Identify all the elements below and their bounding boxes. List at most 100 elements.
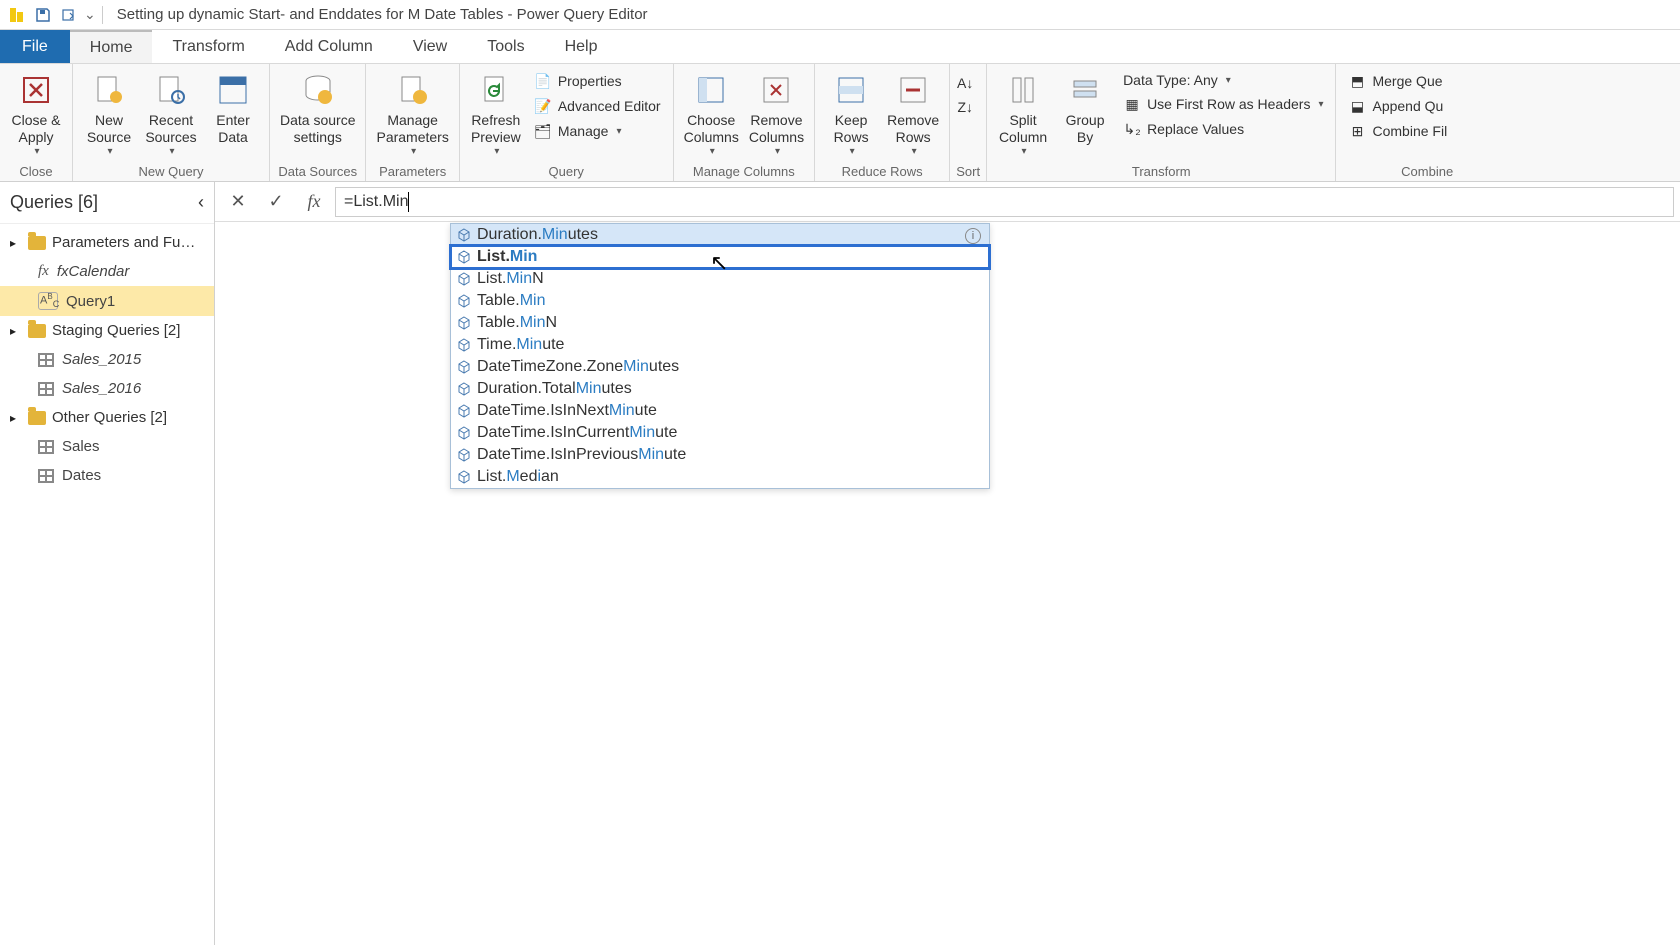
query-sales2016[interactable]: Sales_2016	[0, 374, 214, 403]
query-fxcalendar[interactable]: fxfxCalendar	[0, 257, 214, 286]
menu-help[interactable]: Help	[545, 30, 618, 63]
menu-transform[interactable]: Transform	[152, 30, 264, 63]
folder-icon	[28, 324, 46, 338]
autocomplete-item[interactable]: Duration.TotalMinutes	[451, 378, 989, 400]
fx-button[interactable]: fx	[297, 187, 331, 217]
manage-button[interactable]: 🗂Manage▾	[532, 120, 663, 142]
append-queries-button[interactable]: ⬓Append Qu	[1346, 95, 1449, 117]
advanced-editor-button[interactable]: 📝Advanced Editor	[532, 95, 663, 117]
commit-formula-button[interactable]: ✓	[259, 187, 293, 217]
abc-icon: ABC	[38, 292, 58, 310]
autocomplete-item[interactable]: List.MinN	[451, 268, 989, 290]
sort-asc-button[interactable]: A↓	[956, 74, 974, 92]
remove-columns-icon	[756, 70, 796, 110]
function-icon	[457, 426, 471, 440]
ribbon: Close & Apply ▾ Close New Source▾ Recent…	[0, 64, 1680, 182]
function-icon	[457, 294, 471, 308]
fx-icon: fx	[38, 263, 49, 280]
app-icon	[7, 5, 27, 25]
split-column-button[interactable]: Split Column▾	[993, 68, 1053, 159]
replace-values-button[interactable]: ↳₂Replace Values	[1121, 118, 1325, 140]
function-icon	[457, 448, 471, 462]
merge-queries-button[interactable]: ⬒Merge Que	[1346, 70, 1449, 92]
save-icon[interactable]	[33, 5, 53, 25]
formula-bar: ✕ ✓ fx = List.Min	[215, 182, 1680, 222]
properties-button[interactable]: 📄Properties	[532, 70, 663, 92]
group-staging[interactable]: ▸Staging Queries [2]	[0, 316, 214, 345]
queries-header: Queries [6]	[10, 192, 98, 213]
enter-data-button[interactable]: Enter Data	[203, 68, 263, 148]
append-icon: ⬓	[1348, 97, 1366, 115]
info-icon[interactable]: i	[965, 228, 981, 244]
autocomplete-item[interactable]: DateTime.IsInNextMinute	[451, 400, 989, 422]
merge-icon: ⬒	[1348, 72, 1366, 90]
recent-sources-button[interactable]: Recent Sources▾	[141, 68, 201, 159]
combine-files-icon: ⊞	[1348, 122, 1366, 140]
close-apply-button[interactable]: Close & Apply ▾	[6, 68, 66, 159]
formula-input[interactable]: = List.Min	[335, 187, 1674, 217]
function-icon	[457, 228, 471, 242]
keep-rows-button[interactable]: Keep Rows▾	[821, 68, 881, 159]
new-source-button[interactable]: New Source▾	[79, 68, 139, 159]
new-source-icon	[89, 70, 129, 110]
group-by-button[interactable]: Group By	[1055, 68, 1115, 148]
function-icon	[457, 404, 471, 418]
query-sales2015[interactable]: Sales_2015	[0, 345, 214, 374]
query-sales[interactable]: Sales	[0, 432, 214, 461]
autocomplete-item[interactable]: Time.Minute	[451, 334, 989, 356]
function-icon	[457, 470, 471, 484]
autocomplete-item[interactable]: List.Median	[451, 466, 989, 488]
menu-file[interactable]: File	[0, 30, 70, 63]
cancel-formula-button[interactable]: ✕	[221, 187, 255, 217]
function-icon	[457, 360, 471, 374]
group-by-icon	[1065, 70, 1105, 110]
refresh-preview-button[interactable]: Refresh Preview▾	[466, 68, 526, 159]
data-type-button[interactable]: Data Type: Any▾	[1121, 70, 1325, 90]
manage-icon: 🗂	[534, 122, 552, 140]
menu-add-column[interactable]: Add Column	[265, 30, 393, 63]
autocomplete-item[interactable]: Table.MinN	[451, 312, 989, 334]
qat-dropdown[interactable]: ⌄	[84, 6, 96, 23]
menu-view[interactable]: View	[393, 30, 467, 63]
data-source-settings-button[interactable]: Data source settings	[276, 68, 359, 148]
parameters-icon	[393, 70, 433, 110]
undo-icon[interactable]	[59, 5, 79, 25]
combine-files-button[interactable]: ⊞Combine Fil	[1346, 120, 1449, 142]
menu-bar: File Home Transform Add Column View Tool…	[0, 30, 1680, 64]
first-row-headers-button[interactable]: ▦Use First Row as Headers▾	[1121, 93, 1325, 115]
group-parameters[interactable]: ▸Parameters and Fu…	[0, 228, 214, 257]
remove-rows-button[interactable]: Remove Rows▾	[883, 68, 943, 159]
query-query1[interactable]: ABCQuery1	[0, 286, 214, 316]
menu-tools[interactable]: Tools	[467, 30, 544, 63]
split-column-icon	[1003, 70, 1043, 110]
autocomplete-item[interactable]: Table.Min	[451, 290, 989, 312]
autocomplete-item[interactable]: Duration.Minutesi	[451, 224, 989, 246]
choose-columns-button[interactable]: Choose Columns▾	[680, 68, 743, 159]
sort-desc-button[interactable]: Z↓	[956, 98, 974, 116]
enter-data-icon	[213, 70, 253, 110]
collapse-sidebar-icon[interactable]: ‹	[198, 192, 204, 213]
manage-parameters-button[interactable]: Manage Parameters▾	[372, 68, 452, 159]
query-dates[interactable]: Dates	[0, 461, 214, 490]
window-title: Setting up dynamic Start- and Enddates f…	[117, 6, 648, 23]
remove-columns-button[interactable]: Remove Columns▾	[745, 68, 808, 159]
function-icon	[457, 382, 471, 396]
function-icon	[457, 272, 471, 286]
table-icon	[38, 382, 54, 396]
autocomplete-item[interactable]: DateTimeZone.ZoneMinutes	[451, 356, 989, 378]
autocomplete-item[interactable]: DateTime.IsInPreviousMinute	[451, 444, 989, 466]
data-source-icon	[298, 70, 338, 110]
replace-icon: ↳₂	[1123, 120, 1141, 138]
autocomplete-item[interactable]: List.Min	[451, 246, 989, 268]
queries-sidebar: Queries [6] ‹ ▸Parameters and Fu… fxfxCa…	[0, 182, 215, 945]
folder-icon	[28, 236, 46, 250]
autocomplete-item[interactable]: DateTime.IsInCurrentMinute	[451, 422, 989, 444]
group-other[interactable]: ▸Other Queries [2]	[0, 403, 214, 432]
keep-rows-icon	[831, 70, 871, 110]
menu-home[interactable]: Home	[70, 30, 153, 63]
refresh-icon	[476, 70, 516, 110]
advanced-editor-icon: 📝	[534, 97, 552, 115]
function-icon	[457, 338, 471, 352]
function-icon	[457, 316, 471, 330]
recent-sources-icon	[151, 70, 191, 110]
